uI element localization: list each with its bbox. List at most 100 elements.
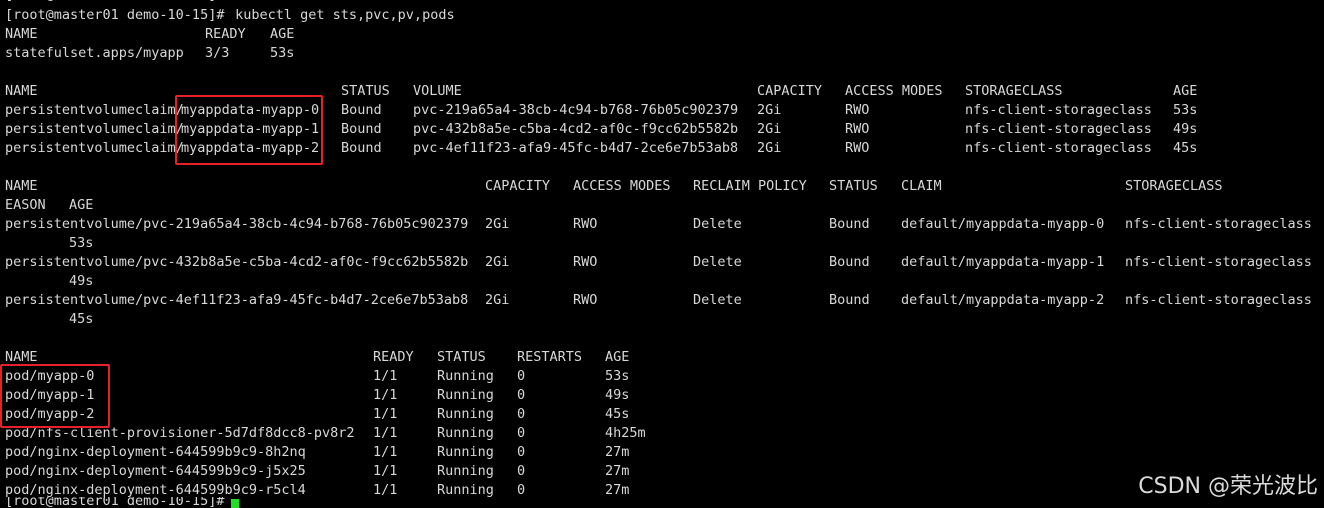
pv-cell: Bound (829, 292, 870, 308)
pod-row: pod/myapp-0 1/1 Running 0 53s (0, 367, 1324, 386)
pv-row: persistentvolume/pvc-4ef11f23-afa9-45fc-… (0, 291, 1324, 310)
pv-header-cell: CAPACITY (485, 178, 551, 194)
pv-cell: Delete (693, 254, 742, 270)
pv-cell: default/myappdata-myapp-2 (901, 292, 1105, 308)
pvc-cell: pvc-4ef11f23-afa9-45fc-b4d7-2ce6e7b53ab8 (413, 140, 739, 156)
pvc-cell: 2Gi (757, 102, 782, 118)
pvc-header-cell: ACCESS MODES (845, 83, 943, 99)
sts-header-cell: AGE (270, 26, 295, 42)
sts-header-row: NAME READY AGE (0, 25, 1324, 44)
pv-cell: default/myappdata-myapp-0 (901, 216, 1105, 232)
pod-cell: 1/1 (373, 406, 398, 422)
pods-header-cell: AGE (605, 349, 630, 365)
sts-cell: statefulset.apps/myapp (5, 45, 184, 61)
pvc-cell: 45s (1173, 140, 1198, 156)
pod-cell: 45s (605, 406, 630, 422)
pvc-claim-highlight-box (175, 95, 323, 165)
pvc-header-cell: CAPACITY (757, 83, 823, 99)
pvc-cell: pvc-432b8a5e-c5ba-4cd2-af0c-f9cc62b5582b (413, 121, 739, 137)
pod-row: pod/myapp-2 1/1 Running 0 45s (0, 405, 1324, 424)
pod-cell: 0 (517, 444, 526, 460)
pod-cell: Running (437, 444, 494, 460)
pv-cell: Delete (693, 292, 742, 308)
pods-header-cell: READY (373, 349, 414, 365)
pvc-cell: 49s (1173, 121, 1198, 137)
pvc-cell: RWO (845, 102, 870, 118)
sts-header-cell: READY (205, 26, 246, 42)
pod-cell: 49s (605, 387, 630, 403)
previous-prompt-text: [root@master01 demo-10-15]# (5, 0, 224, 5)
pvc-cell: 53s (1173, 102, 1198, 118)
pvc-cell: 2Gi (757, 121, 782, 137)
pvc-header-cell: NAME (5, 83, 38, 99)
pvc-cell: persistentvolumeclaim/ (5, 102, 184, 118)
pv-header-cell: NAME (5, 178, 38, 194)
pod-cell: Running (437, 406, 494, 422)
pod-cell: pod/nginx-deployment-644599b9c9-8h2nq (5, 444, 306, 460)
pvc-cell: Bound (341, 121, 382, 137)
pod-cell: 0 (517, 406, 526, 422)
pvc-header-cell: AGE (1173, 83, 1198, 99)
pv-cell: default/myappdata-myapp-1 (901, 254, 1105, 270)
pvc-cell: persistentvolumeclaim/ (5, 140, 184, 156)
sts-cell: 53s (270, 45, 295, 61)
pod-cell: 1/1 (373, 463, 398, 479)
pv-header-wrap-row: EASON AGE (0, 196, 1324, 215)
pv-header-wrap-cell: AGE (69, 197, 94, 213)
terminal-window[interactable]: [root@master01 demo-10-15]#[root@master0… (0, 0, 1324, 508)
pv-cell: persistentvolume/pvc-4ef11f23-afa9-45fc-… (5, 292, 469, 308)
pv-age-cell: 45s (69, 311, 94, 327)
pod-cell: Running (437, 387, 494, 403)
pv-cell: Bound (829, 254, 870, 270)
pvc-cell: Bound (341, 102, 382, 118)
csdn-watermark: CSDN @荣光波比 (1138, 474, 1318, 499)
pods-header-cell: RESTARTS (517, 349, 583, 365)
pv-header-row: NAME CAPACITY ACCESS MODES RECLAIM POLICY ST… (0, 177, 1324, 196)
pv-age-cell: 49s (69, 273, 94, 289)
pod-cell: 27m (605, 463, 630, 479)
sts-cell: 3/3 (205, 45, 230, 61)
pv-cell: RWO (573, 254, 598, 270)
pvc-cell: nfs-client-storageclass (965, 121, 1152, 137)
pod-cell: Running (437, 463, 494, 479)
pv-cell: RWO (573, 216, 598, 232)
pvc-cell: RWO (845, 121, 870, 137)
pvc-header-cell: VOLUME (413, 83, 462, 99)
pods-header-cell: STATUS (437, 349, 486, 365)
pv-cell: nfs-client-storageclass (1125, 292, 1312, 308)
pv-cell: nfs-client-storageclass (1125, 254, 1312, 270)
bottom-shell-prompt: [root@master01 demo-10-15]# (5, 497, 225, 508)
pv-header-wrap-cell: EASON (5, 197, 46, 213)
pod-cell: 53s (605, 368, 630, 384)
pod-cell: 1/1 (373, 444, 398, 460)
pv-header-cell: STATUS (829, 178, 878, 194)
pod-cell: 1/1 (373, 368, 398, 384)
pv-header-cell: STORAGECLASS (1125, 178, 1223, 194)
pod-cell: pod/nginx-deployment-644599b9c9-j5x25 (5, 463, 306, 479)
pod-cell: 0 (517, 463, 526, 479)
command-line: [root@master01 demo-10-15]# kubectl get … (0, 6, 1324, 25)
pod-cell: 27m (605, 444, 630, 460)
pod-cell: Running (437, 425, 494, 441)
pvc-header-cell: STORAGECLASS (965, 83, 1063, 99)
pv-cell: persistentvolume/pvc-432b8a5e-c5ba-4cd2-… (5, 254, 469, 270)
pv-cell: nfs-client-storageclass (1125, 216, 1312, 232)
pv-cell: 2Gi (485, 216, 510, 232)
pvc-cell: nfs-client-storageclass (965, 102, 1152, 118)
pod-cell: 1/1 (373, 425, 398, 441)
pod-cell: 0 (517, 368, 526, 384)
sts-header-cell: NAME (5, 26, 38, 42)
pv-header-cell: CLAIM (901, 178, 942, 194)
previous-prompt-line: [root@master01 demo-10-15]# (0, 0, 1324, 5)
pv-cell: 2Gi (485, 254, 510, 270)
pod-row: pod/nginx-deployment-644599b9c9-8h2nq 1/1… (0, 443, 1324, 462)
pv-row-wrap: 45s (0, 310, 1324, 329)
pv-row: persistentvolume/pvc-219a65a4-38cb-4c94-… (0, 215, 1324, 234)
command-text: kubectl get sts,pvc,pv,pods (227, 7, 455, 23)
pod-cell: 4h25m (605, 425, 646, 441)
pod-cell: 0 (517, 425, 526, 441)
sts-row: statefulset.apps/myapp 3/3 53s (0, 44, 1324, 63)
pv-row-wrap: 53s (0, 234, 1324, 253)
pvc-cell: Bound (341, 140, 382, 156)
pod-cell: Running (437, 368, 494, 384)
